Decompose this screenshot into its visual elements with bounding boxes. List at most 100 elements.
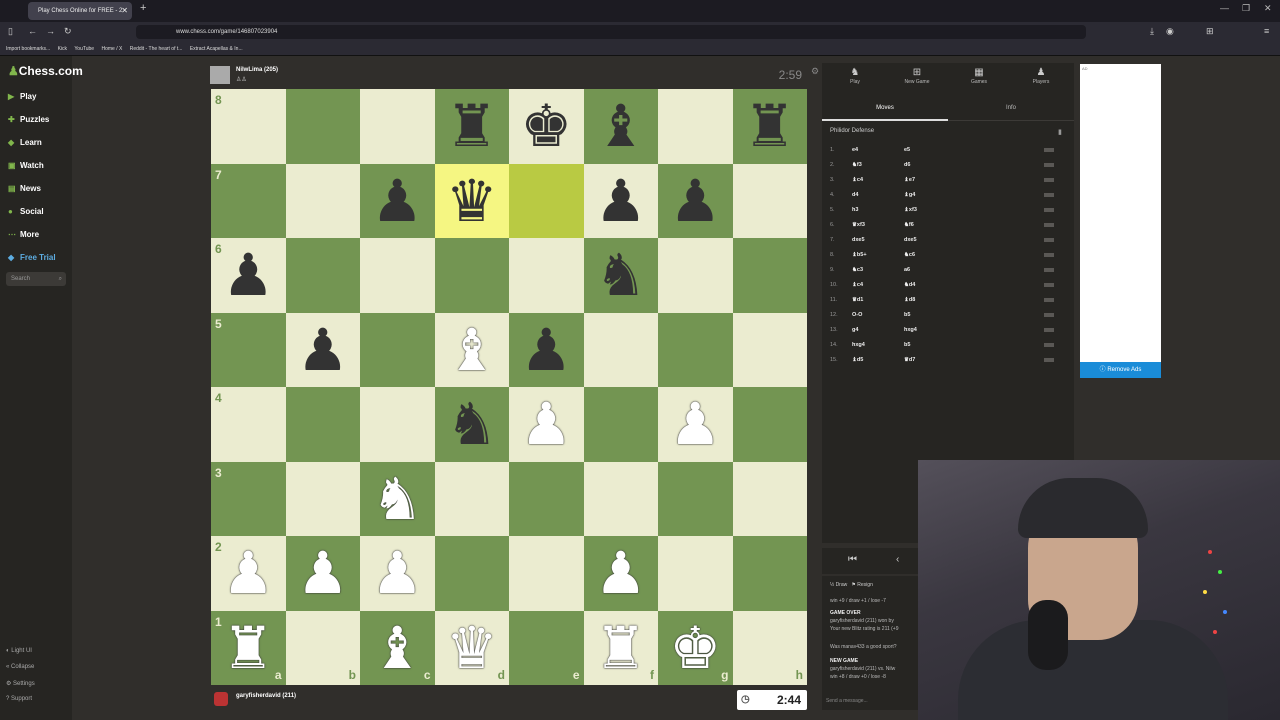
black-pawn-icon[interactable]: ♟: [595, 172, 647, 230]
black-move[interactable]: ♝d8: [904, 293, 915, 308]
square-h4[interactable]: [732, 387, 807, 462]
black-pawn-icon[interactable]: ♟: [669, 172, 721, 230]
white-move[interactable]: ♞c3: [852, 263, 863, 278]
square-c4[interactable]: [360, 387, 435, 462]
square-d8[interactable]: ♜: [434, 89, 509, 164]
sidebar-item-puzzles[interactable]: ✚ Puzzles: [8, 115, 49, 124]
square-b7[interactable]: [285, 163, 360, 238]
light-ui-toggle[interactable]: ◐ Light UI: [6, 648, 32, 654]
square-e2[interactable]: [509, 536, 584, 611]
avatar[interactable]: [210, 66, 230, 84]
black-move[interactable]: d6: [904, 158, 910, 173]
square-a2[interactable]: 2 ♟: [211, 536, 286, 611]
square-h6[interactable]: [732, 238, 807, 313]
white-move[interactable]: ♝b5+: [852, 248, 867, 263]
square-g4[interactable]: ♟: [658, 387, 733, 462]
bookmark-item[interactable]: Import bookmarks...: [6, 46, 50, 52]
square-a7[interactable]: 7: [211, 163, 286, 238]
black-move[interactable]: ♞f6: [904, 218, 914, 233]
white-bishop-icon[interactable]: ♝: [446, 321, 498, 379]
white-move[interactable]: e4: [852, 143, 858, 158]
black-move[interactable]: b5: [904, 308, 910, 323]
square-f2[interactable]: ♟: [583, 536, 658, 611]
white-pawn-icon[interactable]: ♟: [669, 395, 721, 453]
bookmark-item[interactable]: Extract Acapellas & In...: [190, 46, 243, 52]
reload-icon[interactable]: ↻: [64, 26, 72, 37]
square-a8[interactable]: 8: [211, 89, 286, 164]
first-move-icon[interactable]: ⏮: [848, 554, 857, 565]
chess-board[interactable]: 8 ♜ ♚ ♝ ♜ 7 ♟ ♛ ♟ ♟ 6 ♟ ♞ 5 ♟ ♝ ♟ 4 ♞ ♟ ♟ 3 ♞ 2 ♟ ♟ ♟ ♟ 1 a ♜ b c ♝ d ♛ e f ♜ g…: [211, 89, 807, 685]
bottom-player-name[interactable]: garyfisherdavid (211): [236, 693, 296, 699]
black-knight-icon[interactable]: ♞: [446, 395, 498, 453]
white-move[interactable]: hxg4: [852, 338, 865, 353]
white-rook-icon[interactable]: ♜: [595, 619, 647, 677]
white-move[interactable]: dxe5: [852, 233, 865, 248]
black-knight-icon[interactable]: ♞: [595, 246, 647, 304]
top-player-name[interactable]: NilwLima (205): [236, 67, 278, 73]
square-c3[interactable]: ♞: [360, 461, 435, 536]
square-e3[interactable]: [509, 461, 584, 536]
square-b8[interactable]: [285, 89, 360, 164]
square-d5[interactable]: ♝: [434, 312, 509, 387]
tab-play[interactable]: ♞ Play: [830, 67, 880, 85]
square-a1[interactable]: 1 a ♜: [211, 610, 286, 685]
back-icon[interactable]: ←: [28, 26, 37, 36]
sidebar-item-social[interactable]: ● Social: [8, 207, 44, 216]
square-f4[interactable]: [583, 387, 658, 462]
support-button[interactable]: ? Support: [6, 696, 32, 702]
forward-icon[interactable]: →: [46, 26, 55, 36]
chat-input[interactable]: Send a message...: [826, 698, 868, 704]
square-a4[interactable]: 4: [211, 387, 286, 462]
black-move[interactable]: e5: [904, 143, 910, 158]
square-h3[interactable]: [732, 461, 807, 536]
sidebar-item-play[interactable]: ▶ Play: [8, 92, 36, 101]
new-tab-icon[interactable]: +: [140, 2, 146, 14]
avatar[interactable]: [214, 692, 228, 706]
square-c1[interactable]: c ♝: [360, 610, 435, 685]
square-g6[interactable]: [658, 238, 733, 313]
black-move[interactable]: ♛d7: [904, 353, 915, 368]
black-move[interactable]: ♞d4: [904, 278, 915, 293]
black-bishop-icon[interactable]: ♝: [595, 97, 647, 155]
white-move[interactable]: g4: [852, 323, 858, 338]
menu-icon[interactable]: ≡: [1264, 26, 1269, 36]
square-f3[interactable]: [583, 461, 658, 536]
previous-move-icon[interactable]: ‹: [896, 554, 899, 565]
square-h2[interactable]: [732, 536, 807, 611]
bookmark-item[interactable]: Reddit - The heart of t...: [130, 46, 183, 52]
black-move[interactable]: ♝g4: [904, 188, 915, 203]
square-c8[interactable]: [360, 89, 435, 164]
chess-logo[interactable]: ♟Chess.com: [8, 64, 83, 78]
collapse-button[interactable]: « Collapse: [6, 664, 34, 670]
square-e7[interactable]: [509, 163, 584, 238]
sidebar-toggle-icon[interactable]: ▯: [8, 26, 13, 37]
settings-button[interactable]: ⚙ Settings: [6, 680, 35, 687]
white-pawn-icon[interactable]: ♟: [297, 544, 349, 602]
white-move[interactable]: ♛d1: [852, 293, 863, 308]
square-f1[interactable]: f ♜: [583, 610, 658, 685]
square-e8[interactable]: ♚: [509, 89, 584, 164]
black-move[interactable]: ♝e7: [904, 173, 915, 188]
black-move[interactable]: a6: [904, 263, 910, 278]
minimize-icon[interactable]: —: [1220, 3, 1229, 13]
white-move[interactable]: ♝c4: [852, 278, 863, 293]
remove-ads-button[interactable]: ⓘ Remove Ads: [1080, 362, 1161, 378]
square-b3[interactable]: [285, 461, 360, 536]
black-queen-icon[interactable]: ♛: [446, 172, 498, 230]
square-f8[interactable]: ♝: [583, 89, 658, 164]
square-a5[interactable]: 5: [211, 312, 286, 387]
white-pawn-icon[interactable]: ♟: [520, 395, 572, 453]
white-knight-icon[interactable]: ♞: [371, 470, 423, 528]
sidebar-item-watch[interactable]: ▣ Watch: [8, 161, 44, 170]
black-move[interactable]: dxe5: [904, 233, 917, 248]
search-input[interactable]: Search ⌕: [6, 272, 66, 286]
white-move[interactable]: ♝d5: [852, 353, 863, 368]
square-b1[interactable]: b: [285, 610, 360, 685]
sidebar-item-more[interactable]: ⋯ More: [8, 230, 39, 239]
black-king-icon[interactable]: ♚: [520, 97, 572, 155]
square-e1[interactable]: e: [509, 610, 584, 685]
square-d7[interactable]: ♛: [434, 163, 509, 238]
square-h8[interactable]: ♜: [732, 89, 807, 164]
black-pawn-icon[interactable]: ♟: [222, 246, 274, 304]
square-d3[interactable]: [434, 461, 509, 536]
